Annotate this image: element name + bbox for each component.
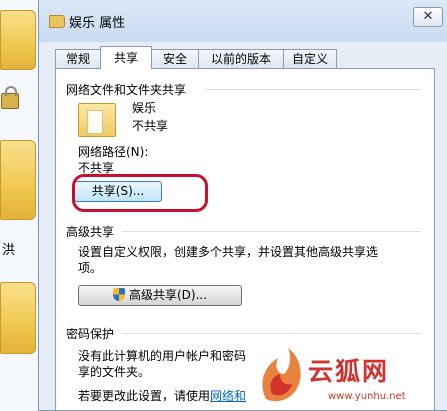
advanced-share-description-cont: 项。 [78, 261, 103, 275]
close-icon: ✕ [422, 9, 434, 24]
tab-customize[interactable]: 自定义 [283, 49, 337, 68]
title-bar[interactable]: 娱乐 属性 ✕ [39, 0, 447, 42]
folder-icon[interactable] [0, 10, 36, 70]
folder-icon [49, 15, 65, 28]
uac-shield-icon [112, 288, 125, 301]
tab-general[interactable]: 常规 [55, 49, 101, 68]
lock-icon [1, 86, 19, 109]
group-divider [122, 231, 421, 232]
advanced-share-group-title: 高级共享 [66, 225, 115, 239]
shared-folder-icon [78, 103, 116, 137]
network-share-group-title: 网络文件和文件夹共享 [66, 83, 187, 97]
password-description-cont: 享的文件夹。 [78, 365, 151, 379]
folder-icon[interactable] [0, 282, 36, 354]
network-path-label: 网络路径(N): [78, 145, 149, 159]
close-button[interactable]: ✕ [413, 7, 443, 27]
highlight-annotation [72, 174, 208, 212]
fox-logo-icon [262, 348, 301, 402]
tab-sharing[interactable]: 共享 [100, 46, 152, 69]
password-description: 没有此计算机的用户帐户和密码 [78, 349, 247, 363]
advanced-share-button-label: 高级共享(D)... [128, 288, 208, 302]
dialog-title: 娱乐 属性 [69, 16, 126, 31]
watermark-brand: 云狐网 [308, 357, 390, 386]
folder-name: 娱乐 [132, 101, 157, 115]
site-watermark: 云狐网 www.yunhu.net [256, 344, 447, 411]
network-sharing-center-link[interactable]: 网络和 [210, 389, 246, 403]
folder-share-status: 不共享 [132, 119, 169, 133]
password-group-title: 密码保护 [66, 327, 115, 341]
background-explorer: 洪 [0, 0, 41, 411]
group-divider [206, 89, 421, 90]
folder-icon[interactable] [0, 140, 36, 220]
group-divider [122, 333, 421, 334]
tab-previous-versions[interactable]: 以前的版本 [198, 49, 284, 68]
advanced-share-description: 设置自定义权限，创建多个共享，并设置其他高级共享选 [78, 245, 379, 259]
password-settings-text: 若要更改此设置，请使用网络和 [78, 387, 246, 404]
tab-security[interactable]: 安全 [151, 49, 199, 68]
watermark-url: www.yunhu.net [328, 391, 406, 402]
folder-label[interactable]: 洪 [2, 239, 15, 258]
password-settings-prefix: 若要更改此设置，请使用 [78, 389, 211, 403]
advanced-share-button[interactable]: 高级共享(D)... [78, 285, 242, 306]
